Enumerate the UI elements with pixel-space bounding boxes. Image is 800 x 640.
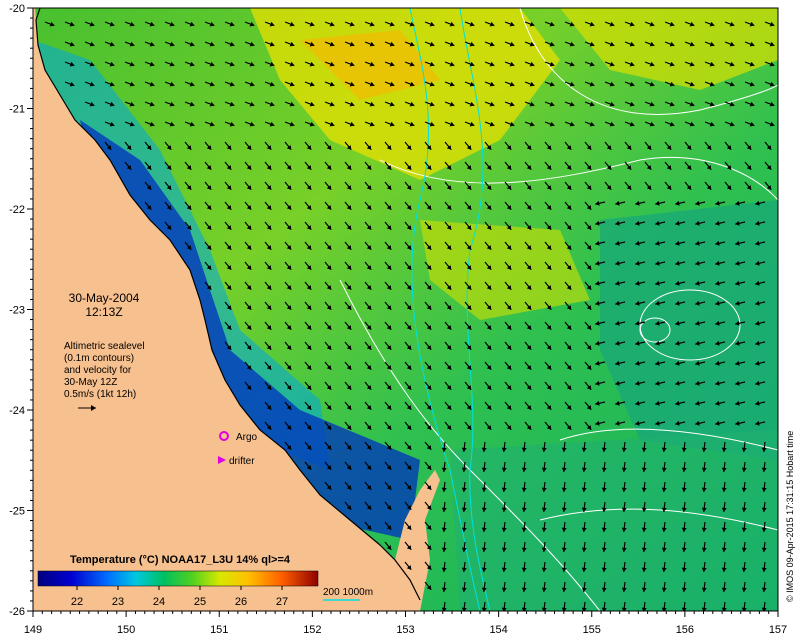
x-tick-label: 153 [396, 624, 414, 636]
argo-label: Argo [236, 432, 258, 443]
legend-line-3: and velocity for [64, 365, 132, 376]
legend-line-1: Altimetric sealevel [64, 341, 145, 352]
y-tick-label: -22 [9, 204, 25, 216]
credit-label: © IMOS 09-Apr-2015 17:31:15 Hobart time [785, 431, 795, 602]
colorbar-title: Temperature (°C) NOAA17_L3U 14% ql>=4 [70, 554, 291, 566]
x-tick-label: 149 [24, 624, 42, 636]
colorbar-gradient [37, 570, 319, 587]
x-tick-label: 150 [117, 624, 135, 636]
plot-area [33, 8, 778, 611]
x-tick-label: 152 [303, 624, 321, 636]
y-tick-label: -23 [9, 305, 25, 317]
x-axis: 149 150 151 152 153 154 155 156 157 [24, 611, 787, 636]
colorbar-tick-label: 24 [153, 596, 165, 608]
y-tick-label: -25 [9, 506, 25, 518]
date-label: 30-May-2004 [69, 291, 140, 305]
x-tick-label: 154 [489, 624, 507, 636]
drifter-label: drifter [229, 456, 255, 467]
colorbar-tick-label: 26 [235, 596, 247, 608]
colorbar-tick-label: 22 [71, 596, 83, 608]
legend-line-4: 30-May 12Z [64, 377, 117, 388]
depth-contour-label: 200 1000m [323, 587, 373, 598]
time-label: 12:13Z [85, 305, 122, 319]
x-tick-label: 156 [676, 624, 694, 636]
y-tick-label: -20 [9, 3, 25, 15]
legend-line-2: (0.1m contours) [64, 353, 134, 364]
y-tick-label: -21 [9, 104, 25, 116]
x-tick-label: 151 [210, 624, 228, 636]
y-axis: -20 -21 -22 -23 -24 -25 -26 [9, 3, 33, 618]
colorbar-tick-label: 27 [276, 596, 288, 608]
y-tick-label: -26 [9, 606, 25, 618]
x-tick-label: 155 [583, 624, 601, 636]
x-tick-label: 157 [769, 624, 787, 636]
colorbar-tick-label: 25 [194, 596, 206, 608]
cool-water-patch [450, 430, 778, 611]
y-tick-label: -24 [9, 405, 25, 417]
legend-line-5: 0.5m/s (1kt 12h) [64, 389, 136, 400]
colorbar-tick-label: 23 [112, 596, 124, 608]
ocean-temperature-map: 149 150 151 152 153 154 155 156 157 -20 -21 -22 -23… [9, 3, 795, 636]
